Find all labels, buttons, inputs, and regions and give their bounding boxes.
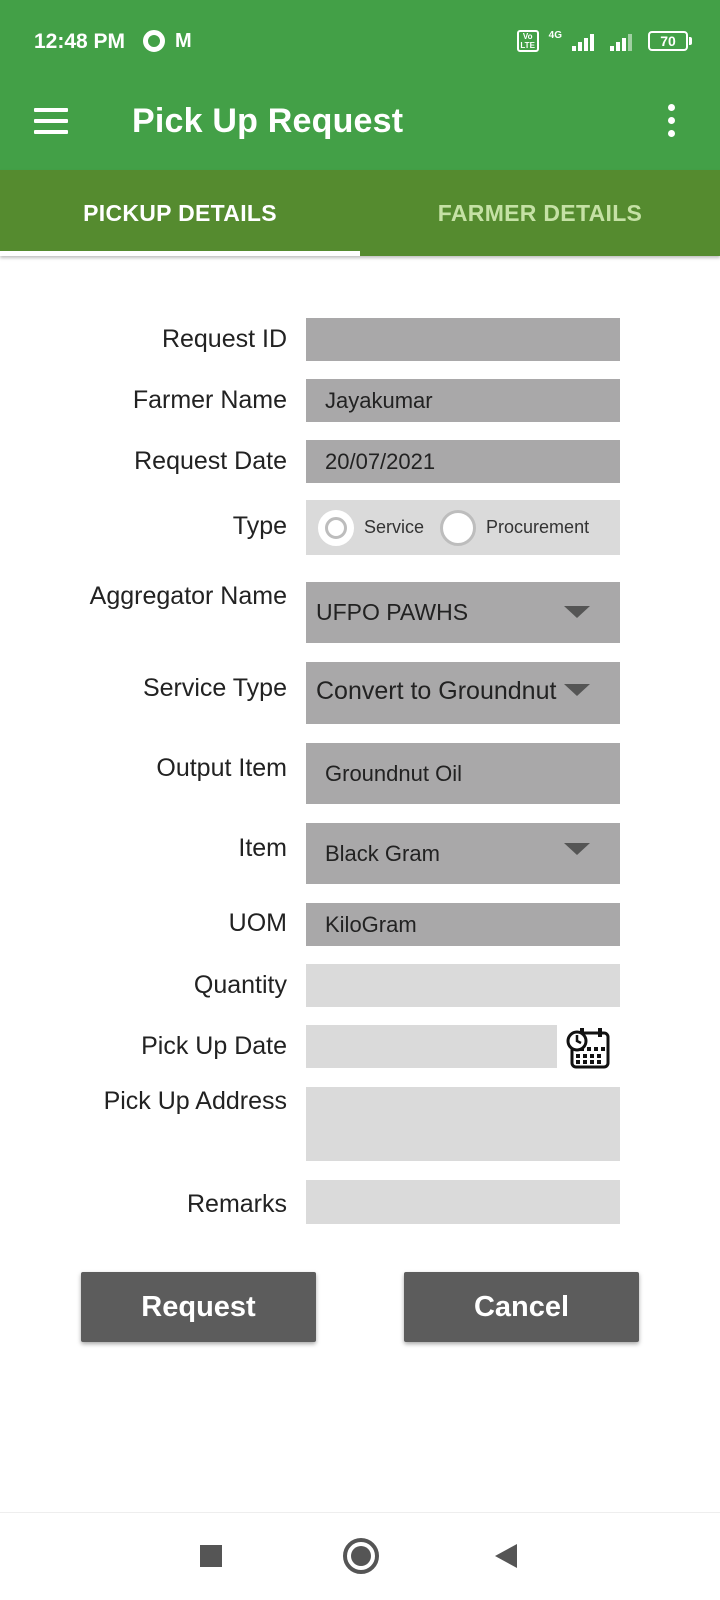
- more-vert-icon[interactable]: [664, 104, 676, 138]
- tab-bar: PICKUP DETAILS FARMER DETAILS: [0, 170, 720, 256]
- calendar-clock-icon[interactable]: [566, 1025, 612, 1071]
- radio-procurement[interactable]: Procurement: [440, 509, 590, 546]
- status-bar: 12:48 PM M Vo LTE 4G 70: [0, 0, 720, 84]
- request-button[interactable]: Request: [81, 1272, 316, 1342]
- farmer-name-field[interactable]: Jayakumar: [306, 379, 620, 422]
- ring-icon: [143, 30, 165, 52]
- service-type-value: Convert to Groundnut: [316, 677, 557, 705]
- type-label: Type: [232, 512, 287, 540]
- request-date-label: Request Date: [134, 447, 287, 475]
- output-item-label: Output Item: [156, 754, 287, 782]
- item-dropdown[interactable]: Black Gram: [306, 823, 620, 884]
- back-icon[interactable]: [495, 1544, 517, 1568]
- chevron-down-icon: [564, 843, 590, 855]
- pick-up-address-label: Pick Up Address: [103, 1087, 287, 1115]
- uom-label: UOM: [228, 909, 287, 937]
- tab-pickup-details[interactable]: PICKUP DETAILS: [0, 170, 360, 256]
- volte-icon: Vo LTE: [516, 30, 539, 52]
- app-bar: Pick Up Request: [0, 84, 720, 170]
- radio-service[interactable]: Service: [318, 509, 425, 546]
- radio-checked-icon: [318, 509, 354, 546]
- gmail-icon: M: [175, 30, 192, 52]
- system-icons: Vo LTE 4G 70: [516, 30, 692, 52]
- type-radio-group: Service Procurement: [306, 500, 620, 555]
- service-type-dropdown[interactable]: Convert to Groundnut: [306, 662, 620, 724]
- pick-up-date-field[interactable]: [306, 1025, 557, 1068]
- remarks-label: Remarks: [186, 1190, 287, 1218]
- signal-icon: [572, 31, 594, 51]
- service-type-label: Service Type: [142, 674, 287, 702]
- tab-label: FARMER DETAILS: [437, 199, 643, 226]
- request-id-field[interactable]: [306, 318, 620, 361]
- notification-icons: M: [143, 30, 192, 52]
- network-type: 4G: [548, 30, 562, 41]
- chevron-down-icon: [564, 684, 590, 696]
- item-label: Item: [238, 834, 287, 862]
- chevron-down-icon: [564, 606, 590, 618]
- item-value: Black Gram: [325, 840, 440, 866]
- tab-indicator: [0, 251, 360, 256]
- signal-icon-secondary: [610, 31, 632, 51]
- uom-field[interactable]: KiloGram: [306, 903, 620, 946]
- pick-up-date-label: Pick Up Date: [141, 1032, 287, 1060]
- system-nav-bar: [0, 1512, 720, 1600]
- page-title: Pick Up Request: [132, 102, 404, 140]
- recents-icon[interactable]: [200, 1545, 222, 1567]
- cancel-button[interactable]: Cancel: [404, 1272, 639, 1342]
- aggregator-name-label: Aggregator Name: [89, 582, 287, 610]
- remarks-field[interactable]: [306, 1180, 620, 1224]
- battery-icon: 70: [648, 31, 692, 51]
- farmer-name-label: Farmer Name: [132, 386, 287, 414]
- pick-up-address-field[interactable]: [306, 1087, 620, 1161]
- home-icon[interactable]: [343, 1538, 379, 1574]
- radio-unchecked-icon: [440, 509, 477, 546]
- hamburger-menu-icon[interactable]: [34, 108, 68, 134]
- aggregator-name-dropdown[interactable]: UFPO PAWHS: [306, 582, 620, 643]
- battery-level: 70: [648, 31, 688, 51]
- request-date-field[interactable]: 20/07/2021: [306, 440, 620, 483]
- request-id-label: Request ID: [161, 325, 287, 353]
- tab-label: PICKUP DETAILS: [83, 199, 277, 226]
- output-item-field[interactable]: Groundnut Oil: [306, 743, 620, 804]
- status-time: 12:48 PM: [34, 30, 126, 53]
- tab-farmer-details[interactable]: FARMER DETAILS: [360, 170, 720, 256]
- quantity-label: Quantity: [193, 971, 287, 999]
- radio-procurement-label: Procurement: [486, 517, 590, 537]
- aggregator-name-value: UFPO PAWHS: [316, 599, 469, 625]
- radio-service-label: Service: [364, 517, 425, 537]
- quantity-field[interactable]: [306, 964, 620, 1007]
